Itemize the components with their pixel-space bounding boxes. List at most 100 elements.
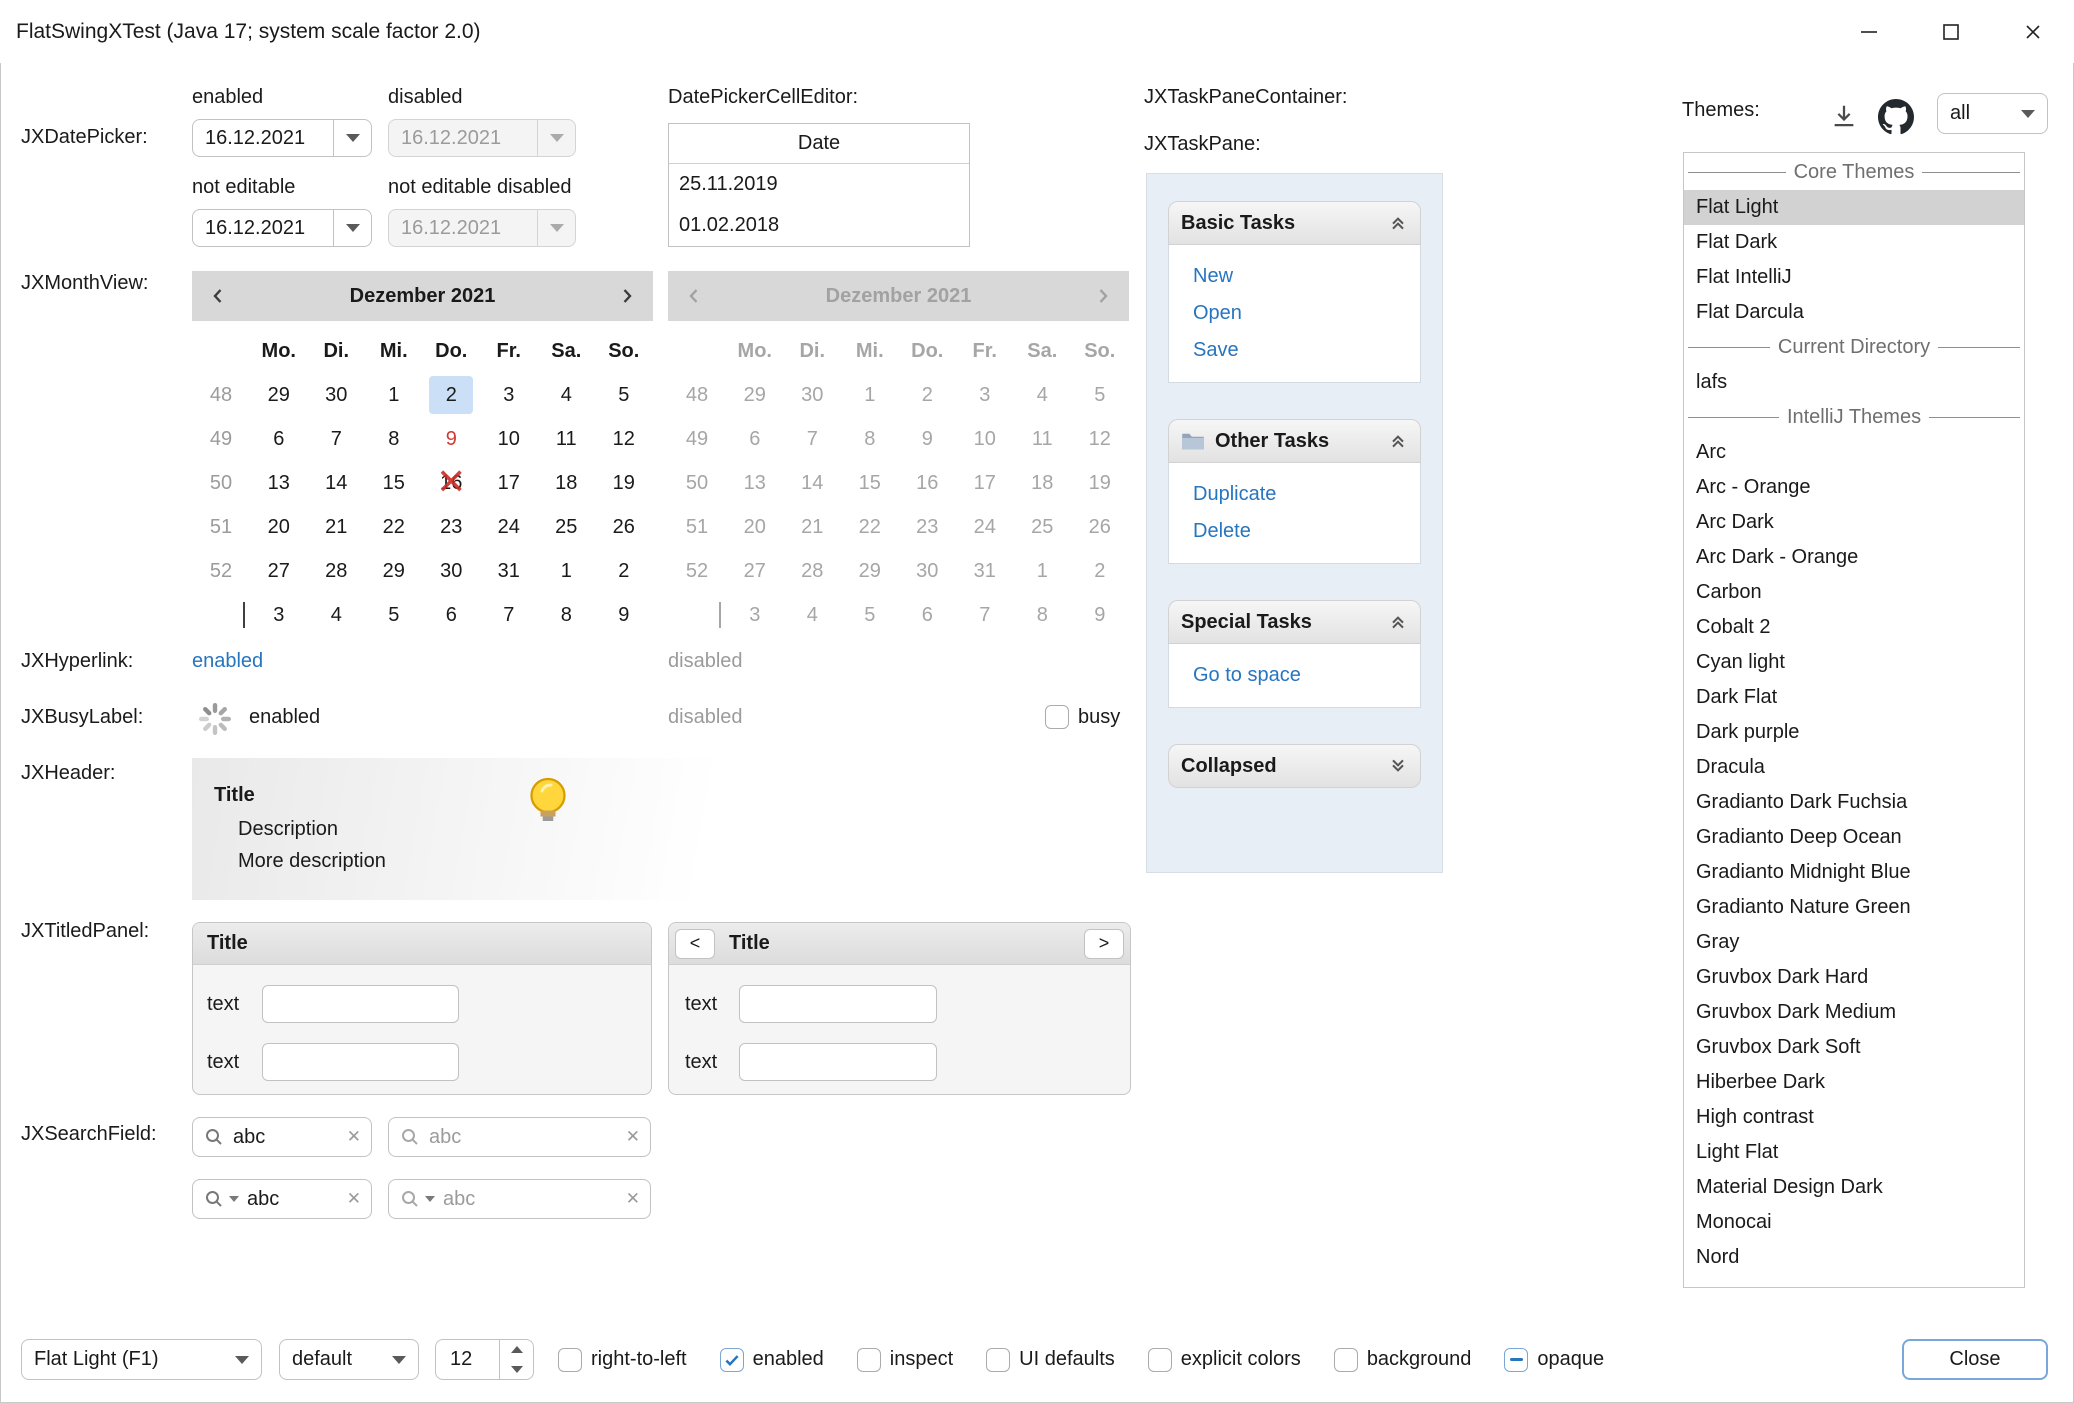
theme-item-gruvbox-dark-hard[interactable]: Gruvbox Dark Hard [1684, 960, 2024, 995]
calendar-day[interactable]: 9 [595, 593, 653, 637]
table-row[interactable]: 25.11.2019 [669, 164, 969, 205]
calendar-day[interactable]: 14 [308, 461, 366, 505]
titledpanel-next-button[interactable]: > [1084, 929, 1124, 959]
clear-icon[interactable]: ✕ [347, 1127, 361, 1147]
taskpane-link-delete[interactable]: Delete [1169, 513, 1420, 550]
calendar-day[interactable]: 21 [308, 505, 366, 549]
titledpanel-prev-button[interactable]: < [675, 929, 715, 959]
checkbox-enabled[interactable]: enabled [720, 1348, 824, 1372]
checkbox-ui-defaults[interactable]: UI defaults [986, 1348, 1115, 1372]
theme-item-cobalt-2[interactable]: Cobalt 2 [1684, 610, 2024, 645]
calendar-day[interactable]: 5 [595, 373, 653, 417]
theme-item-material-design-dark[interactable]: Material Design Dark [1684, 1170, 2024, 1205]
calendar-day[interactable]: 18 [538, 461, 596, 505]
checkbox-box[interactable] [857, 1348, 881, 1372]
theme-item-arc-dark[interactable]: Arc Dark [1684, 505, 2024, 540]
calendar-day[interactable]: 7 [308, 417, 366, 461]
theme-item-gruvbox-dark-soft[interactable]: Gruvbox Dark Soft [1684, 1030, 2024, 1065]
spinner-down-button[interactable] [500, 1360, 533, 1380]
calendar-day[interactable]: 1 [365, 373, 423, 417]
calendar-day[interactable]: 11 [538, 417, 596, 461]
calendar-day[interactable]: 6 [423, 593, 481, 637]
calendar-day[interactable]: 4 [538, 373, 596, 417]
calendar-day[interactable]: 28 [308, 549, 366, 593]
calendar-day[interactable]: 26 [595, 505, 653, 549]
taskpane-link-go-to-space[interactable]: Go to space [1169, 657, 1420, 694]
calendar-day[interactable]: 17 [480, 461, 538, 505]
theme-item-dark-purple[interactable]: Dark purple [1684, 715, 2024, 750]
text-field-2[interactable] [262, 1043, 459, 1081]
theme-item-high-contrast[interactable]: High contrast [1684, 1100, 2024, 1135]
checkbox-inspect[interactable]: inspect [857, 1348, 953, 1372]
calendar-day[interactable]: 16✕ [423, 461, 481, 505]
checkbox-right-to-left[interactable]: right-to-left [558, 1348, 687, 1372]
taskpane-title[interactable]: Special Tasks [1168, 600, 1421, 644]
calendar-day[interactable]: 29 [365, 549, 423, 593]
clear-icon[interactable]: ✕ [347, 1189, 361, 1209]
calendar-day[interactable]: 3 [480, 373, 538, 417]
calendar-day[interactable]: 29 [250, 373, 308, 417]
font-size-spinner[interactable]: 12 [435, 1339, 534, 1380]
text-field-4[interactable] [739, 1043, 937, 1081]
datepicker-dropdown-button[interactable] [333, 120, 371, 156]
datepicker-not-editable[interactable]: 16.12.2021 [192, 209, 372, 247]
checkbox-explicit-colors[interactable]: explicit colors [1148, 1348, 1301, 1372]
hyperlink-enabled[interactable]: enabled [192, 650, 263, 673]
maximize-button[interactable] [1910, 0, 1992, 63]
calendar-day[interactable]: 8 [365, 417, 423, 461]
checkbox-box[interactable] [986, 1348, 1010, 1372]
checkbox-busy[interactable]: busy [1045, 705, 1120, 729]
theme-item-carbon[interactable]: Carbon [1684, 575, 2024, 610]
minimize-button[interactable] [1828, 0, 1910, 63]
previous-month-button[interactable] [192, 271, 244, 321]
table-row[interactable]: 01.02.2018 [669, 205, 969, 246]
theme-item-nord[interactable]: Nord [1684, 1240, 2024, 1275]
calendar-day[interactable]: 6 [250, 417, 308, 461]
close-button[interactable]: Close [1902, 1339, 2048, 1380]
calendar-day[interactable]: 20 [250, 505, 308, 549]
theme-item-dracula[interactable]: Dracula [1684, 750, 2024, 785]
taskpane-link-new[interactable]: New [1169, 258, 1420, 295]
calendar-day[interactable]: 24 [480, 505, 538, 549]
calendar-day[interactable]: 15 [365, 461, 423, 505]
taskpane-link-duplicate[interactable]: Duplicate [1169, 476, 1420, 513]
calendar-day[interactable]: 19 [595, 461, 653, 505]
theme-item-cyan-light[interactable]: Cyan light [1684, 645, 2024, 680]
theme-item-lafs[interactable]: lafs [1684, 365, 2024, 400]
calendar-day[interactable]: 4 [308, 593, 366, 637]
datepicker-enabled[interactable]: 16.12.2021 [192, 119, 372, 157]
calendar-day[interactable]: 23 [423, 505, 481, 549]
lookandfeel-combo[interactable]: Flat Light (F1) [21, 1339, 262, 1380]
datepicker-dropdown-button[interactable] [333, 210, 371, 246]
calendar-day[interactable]: 3 [250, 593, 308, 637]
theme-item-flat-light[interactable]: Flat Light [1684, 190, 2024, 225]
theme-item-gradianto-midnight-blue[interactable]: Gradianto Midnight Blue [1684, 855, 2024, 890]
checkbox-box[interactable] [1334, 1348, 1358, 1372]
taskpane-link-open[interactable]: Open [1169, 295, 1420, 332]
theme-item-arc-orange[interactable]: Arc - Orange [1684, 470, 2024, 505]
calendar-day[interactable]: 2 [423, 373, 481, 417]
calendar-day[interactable]: 30 [308, 373, 366, 417]
next-month-button[interactable] [601, 271, 653, 321]
checkbox-opaque[interactable]: opaque [1504, 1348, 1604, 1372]
calendar-day[interactable]: 1 [538, 549, 596, 593]
font-combo[interactable]: default [279, 1339, 419, 1380]
theme-item-gradianto-deep-ocean[interactable]: Gradianto Deep Ocean [1684, 820, 2024, 855]
checkbox-box[interactable] [1148, 1348, 1172, 1372]
calendar-day[interactable]: 8 [538, 593, 596, 637]
calendar-day[interactable]: 9 [423, 417, 481, 461]
theme-item-flat-intellij[interactable]: Flat IntelliJ [1684, 260, 2024, 295]
calendar-day[interactable]: 27 [250, 549, 308, 593]
calendar-day[interactable]: 25 [538, 505, 596, 549]
calendar-day[interactable]: 31 [480, 549, 538, 593]
searchfield-3[interactable]: abc ✕ [192, 1179, 372, 1219]
theme-item-gradianto-dark-fuchsia[interactable]: Gradianto Dark Fuchsia [1684, 785, 2024, 820]
text-field-3[interactable] [739, 985, 937, 1023]
taskpane-title[interactable]: Basic Tasks [1168, 201, 1421, 245]
theme-item-arc-dark-orange[interactable]: Arc Dark - Orange [1684, 540, 2024, 575]
calendar-day[interactable]: 2 [595, 549, 653, 593]
searchfield-1[interactable]: abc ✕ [192, 1117, 372, 1157]
github-button[interactable] [1874, 95, 1918, 139]
checkbox-box[interactable] [558, 1348, 582, 1372]
calendar-day[interactable]: 22 [365, 505, 423, 549]
